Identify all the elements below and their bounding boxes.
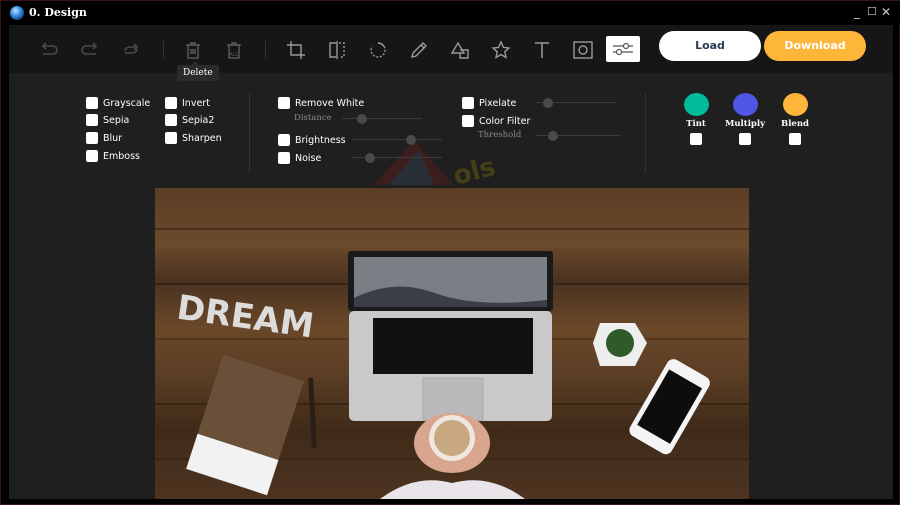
image-canvas[interactable]: DREAM xyxy=(155,188,749,499)
draw-icon[interactable] xyxy=(408,39,430,61)
rotate-icon[interactable] xyxy=(367,39,389,61)
laptop xyxy=(348,251,553,421)
sepia2-checkbox[interactable]: Sepia2 xyxy=(165,114,214,126)
title-bar: 0. Design _ ☐ ✕ xyxy=(1,1,900,25)
filter-divider xyxy=(645,93,646,173)
emboss-checkbox[interactable]: Emboss xyxy=(86,150,140,162)
blend-color-swatch[interactable] xyxy=(782,93,808,116)
notebook xyxy=(186,354,305,496)
minimize-button[interactable]: _ xyxy=(854,5,860,19)
pen xyxy=(308,377,317,449)
svg-text:ALL: ALL xyxy=(229,52,240,58)
slider-thumb[interactable] xyxy=(548,131,558,141)
threshold-label: Threshold xyxy=(478,130,522,140)
filter-panel: Grayscale Sepia Blur Emboss Invert Sepia… xyxy=(9,73,893,183)
checkbox-box[interactable] xyxy=(462,115,474,127)
blend-option[interactable]: Blend xyxy=(770,93,820,145)
tint-color-swatch[interactable] xyxy=(683,93,709,116)
threshold-slider[interactable] xyxy=(536,131,621,141)
brightness-slider[interactable] xyxy=(352,135,442,145)
sepia-checkbox[interactable]: Sepia xyxy=(86,114,129,126)
filter-divider xyxy=(249,93,250,173)
invert-checkbox[interactable]: Invert xyxy=(165,97,210,109)
smartphone xyxy=(629,359,710,455)
noise-slider[interactable] xyxy=(352,153,442,163)
load-button[interactable]: Load xyxy=(659,31,761,61)
slider-thumb[interactable] xyxy=(405,135,416,145)
delete-all-icon[interactable]: ALL xyxy=(223,39,245,61)
brightness-checkbox[interactable]: Brightness xyxy=(278,134,346,146)
checkbox-box[interactable] xyxy=(165,114,177,126)
undo-icon[interactable] xyxy=(38,39,60,61)
checkbox-label: Sharpen xyxy=(182,132,222,144)
checkbox-label: Remove White xyxy=(295,97,365,109)
delete-icon[interactable] xyxy=(182,39,204,61)
blur-checkbox[interactable]: Blur xyxy=(86,132,122,144)
app-window: 0. Design _ ☐ ✕ ALL Load Download Delete… xyxy=(0,0,900,505)
distance-slider[interactable] xyxy=(342,114,422,124)
checkbox-label: Blur xyxy=(103,132,123,144)
checkbox-label: Sepia xyxy=(103,114,130,126)
blend-label: Blend xyxy=(781,119,809,129)
checkbox-box[interactable] xyxy=(86,114,98,126)
text-icon[interactable] xyxy=(531,39,553,61)
reset-icon[interactable] xyxy=(120,39,142,61)
filter-button[interactable] xyxy=(606,36,640,62)
grayscale-checkbox[interactable]: Grayscale xyxy=(86,97,150,109)
noise-checkbox[interactable]: Noise xyxy=(278,152,321,164)
distance-label: Distance xyxy=(294,113,332,123)
checkbox-label: Invert xyxy=(182,97,210,109)
color-filter-checkbox[interactable]: Color Filter xyxy=(462,115,530,127)
download-button[interactable]: Download xyxy=(764,31,866,61)
crop-icon[interactable] xyxy=(285,39,307,61)
flip-icon[interactable] xyxy=(326,39,348,61)
multiply-checkbox[interactable] xyxy=(739,133,751,145)
checkbox-label: Noise xyxy=(295,152,322,164)
editor-area: ALL Load Download Delete ols Grayscale S… xyxy=(9,25,893,499)
toolbar: ALL Load Download xyxy=(9,25,893,73)
star-icon[interactable] xyxy=(490,39,512,61)
shape-icon[interactable] xyxy=(449,39,471,61)
checkbox-box[interactable] xyxy=(278,97,290,109)
tint-option[interactable]: Tint xyxy=(671,93,721,145)
multiply-option[interactable]: Multiply xyxy=(720,93,770,145)
remove-white-checkbox[interactable]: Remove White xyxy=(278,97,364,109)
blend-checkbox[interactable] xyxy=(789,133,801,145)
checkbox-box[interactable] xyxy=(165,132,177,144)
checkbox-box[interactable] xyxy=(278,134,290,146)
blend-label: Multiply xyxy=(724,119,766,129)
close-button[interactable]: ✕ xyxy=(881,5,891,19)
checkbox-label: Grayscale xyxy=(103,97,151,109)
checkbox-label: Brightness xyxy=(295,134,346,146)
redo-icon[interactable] xyxy=(79,39,101,61)
app-globe-icon xyxy=(10,6,24,20)
slider-thumb[interactable] xyxy=(543,98,553,108)
blend-label: Tint xyxy=(686,119,706,129)
tint-checkbox[interactable] xyxy=(690,133,702,145)
window-title: 0. Design xyxy=(29,6,87,19)
desk-photo: DREAM xyxy=(174,251,710,499)
checkbox-label: Sepia2 xyxy=(182,114,215,126)
dream-letters: DREAM xyxy=(174,288,316,347)
multiply-color-swatch[interactable] xyxy=(732,93,758,116)
checkbox-label: Pixelate xyxy=(479,97,517,109)
succulent-plant xyxy=(593,323,647,366)
toolbar-divider xyxy=(163,41,164,59)
slider-thumb[interactable] xyxy=(365,153,375,163)
maximize-button[interactable]: ☐ xyxy=(867,5,877,19)
checkbox-box[interactable] xyxy=(86,97,98,109)
pixelate-slider[interactable] xyxy=(536,98,616,108)
checkbox-box[interactable] xyxy=(278,152,290,164)
toolbar-divider xyxy=(265,41,266,59)
checkbox-box[interactable] xyxy=(165,97,177,109)
checkbox-label: Emboss xyxy=(103,150,140,162)
mask-icon[interactable] xyxy=(572,39,594,61)
checkbox-label: Color Filter xyxy=(479,115,531,127)
checkbox-box[interactable] xyxy=(86,132,98,144)
pixelate-checkbox[interactable]: Pixelate xyxy=(462,97,516,109)
checkbox-box[interactable] xyxy=(86,150,98,162)
checkbox-box[interactable] xyxy=(462,97,474,109)
sharpen-checkbox[interactable]: Sharpen xyxy=(165,132,222,144)
slider-thumb[interactable] xyxy=(357,114,367,124)
